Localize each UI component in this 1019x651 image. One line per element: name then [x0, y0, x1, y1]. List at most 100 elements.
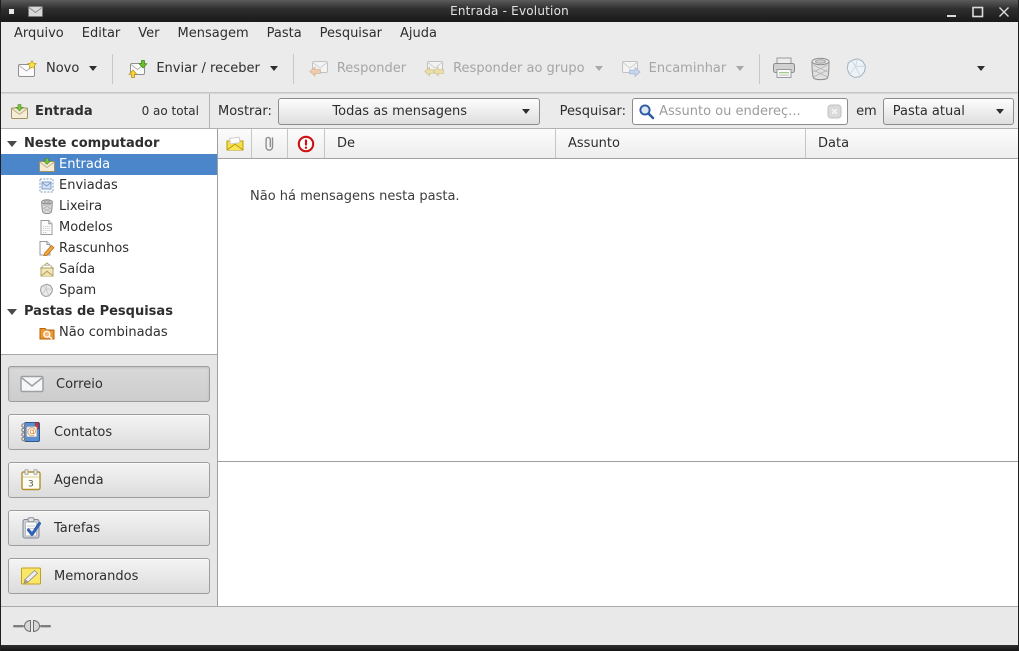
- show-filter-value: Todas as mensagens: [288, 104, 512, 119]
- column-date[interactable]: Data: [806, 129, 1018, 158]
- folder-item-entrada[interactable]: Entrada: [1, 154, 217, 175]
- sidebar: Neste computador Entrada: [1, 129, 218, 606]
- toolbar-separator: [112, 54, 113, 84]
- memo-icon: [20, 566, 42, 586]
- switcher-label: Tarefas: [54, 521, 100, 536]
- trash-icon: [809, 57, 832, 81]
- folder-item-nao-combinadas[interactable]: Não combinadas: [1, 322, 217, 343]
- message-list-pane: De Assunto Data Não há mensagens nesta p…: [218, 129, 1018, 606]
- close-button[interactable]: [996, 4, 1012, 18]
- folder-label: Saída: [59, 262, 95, 277]
- forward-button[interactable]: Encaminhar: [612, 50, 754, 88]
- print-button[interactable]: [766, 50, 802, 88]
- forward-dropdown-arrow-icon[interactable]: [736, 66, 744, 71]
- menu-pesquisar[interactable]: Pesquisar: [311, 24, 391, 43]
- send-receive-icon: [128, 60, 148, 78]
- svg-text:@: @: [27, 427, 36, 438]
- status-bar: [1, 606, 1018, 645]
- in-label: em: [856, 104, 877, 119]
- send-receive-label: Enviar / receber: [156, 61, 260, 76]
- show-filter-dropdown[interactable]: Todas as mensagens: [278, 98, 540, 125]
- switcher-contatos-button[interactable]: @ Contatos: [8, 414, 210, 450]
- folder-item-enviadas[interactable]: Enviadas: [1, 175, 217, 196]
- switcher-memorandos-button[interactable]: Memorandos: [8, 558, 210, 594]
- search-scope-dropdown[interactable]: Pasta atual: [883, 98, 1014, 125]
- trash-icon: [38, 199, 55, 214]
- junk-button[interactable]: [838, 50, 874, 88]
- reply-group-button[interactable]: Responder ao grupo: [415, 50, 612, 88]
- column-from-label: De: [337, 136, 355, 151]
- column-from[interactable]: De: [325, 129, 556, 158]
- column-subject-label: Assunto: [568, 136, 620, 151]
- message-list-body[interactable]: Não há mensagens nesta pasta.: [218, 159, 1018, 462]
- tree-section-search-folders[interactable]: Pastas de Pesquisas: [1, 301, 217, 322]
- contacts-icon: @: [20, 421, 42, 443]
- forward-icon: [621, 60, 641, 77]
- clear-search-icon[interactable]: [827, 104, 842, 119]
- folder-label: Modelos: [59, 220, 113, 235]
- outbox-icon: [38, 262, 55, 277]
- mail-icon: [20, 375, 44, 393]
- folder-item-lixeira[interactable]: Lixeira: [1, 196, 217, 217]
- current-folder-name: Entrada: [35, 104, 93, 119]
- send-receive-dropdown-arrow-icon[interactable]: [270, 66, 278, 71]
- reply-label: Responder: [337, 61, 406, 76]
- maximize-button[interactable]: [970, 4, 986, 18]
- switcher-label: Correio: [56, 377, 103, 392]
- folder-item-spam[interactable]: Spam: [1, 280, 217, 301]
- column-priority[interactable]: [288, 129, 325, 158]
- folder-label: Rascunhos: [59, 241, 129, 256]
- toolbar-separator: [759, 54, 760, 84]
- column-attachment[interactable]: [252, 129, 288, 158]
- switcher-tarefas-button[interactable]: Tarefas: [8, 510, 210, 546]
- search-label: Pesquisar:: [560, 104, 627, 119]
- column-status[interactable]: [218, 129, 252, 158]
- forward-label: Encaminhar: [649, 61, 727, 76]
- inbox-icon: [11, 104, 28, 119]
- new-dropdown-arrow-icon[interactable]: [89, 66, 97, 71]
- expander-icon[interactable]: [7, 309, 17, 315]
- section-label: Neste computador: [24, 136, 159, 151]
- new-button-label: Novo: [46, 61, 79, 76]
- calendar-icon: 3: [20, 469, 42, 491]
- menu-editar[interactable]: Editar: [73, 24, 130, 43]
- minimize-button[interactable]: [944, 4, 960, 18]
- folder-label: Não combinadas: [59, 325, 168, 340]
- document-icon: [38, 220, 55, 235]
- switcher-label: Memorandos: [54, 569, 138, 584]
- folder-item-saida[interactable]: Saída: [1, 259, 217, 280]
- tree-section-this-computer[interactable]: Neste computador: [1, 133, 217, 154]
- online-status-plug-icon[interactable]: [13, 618, 51, 634]
- menu-pasta[interactable]: Pasta: [258, 24, 311, 43]
- view-switcher: Correio @: [1, 355, 217, 606]
- folder-item-modelos[interactable]: Modelos: [1, 217, 217, 238]
- toolbar-overflow-button[interactable]: [962, 50, 998, 88]
- expander-icon[interactable]: [7, 141, 17, 147]
- reply-icon: [309, 60, 329, 77]
- window-menu-dot-icon[interactable]: [9, 9, 14, 14]
- app-envelope-icon: [28, 6, 43, 17]
- new-button[interactable]: Novo: [9, 50, 106, 88]
- window-bottom-border: [1, 645, 1018, 651]
- menu-mensagem[interactable]: Mensagem: [169, 24, 258, 43]
- priority-icon: [297, 135, 315, 153]
- send-receive-button[interactable]: Enviar / receber: [119, 50, 287, 88]
- switcher-correio-button[interactable]: Correio: [8, 366, 210, 402]
- folder-label: Entrada: [59, 157, 110, 172]
- delete-button[interactable]: [802, 50, 838, 88]
- search-input[interactable]: [659, 104, 823, 119]
- message-status-icon: [226, 136, 244, 151]
- menu-arquivo[interactable]: Arquivo: [5, 24, 73, 43]
- folder-label: Spam: [59, 283, 96, 298]
- column-subject[interactable]: Assunto: [556, 129, 806, 158]
- inbox-icon: [38, 158, 55, 172]
- switcher-agenda-button[interactable]: 3 Agenda: [8, 462, 210, 498]
- menu-ajuda[interactable]: Ajuda: [391, 24, 446, 43]
- folder-item-rascunhos[interactable]: Rascunhos: [1, 238, 217, 259]
- reply-button[interactable]: Responder: [300, 50, 415, 88]
- preview-pane[interactable]: [218, 462, 1018, 606]
- reply-group-dropdown-arrow-icon[interactable]: [595, 66, 603, 71]
- svg-text:3: 3: [28, 480, 34, 490]
- menu-ver[interactable]: Ver: [129, 24, 168, 43]
- reply-group-icon: [424, 60, 445, 77]
